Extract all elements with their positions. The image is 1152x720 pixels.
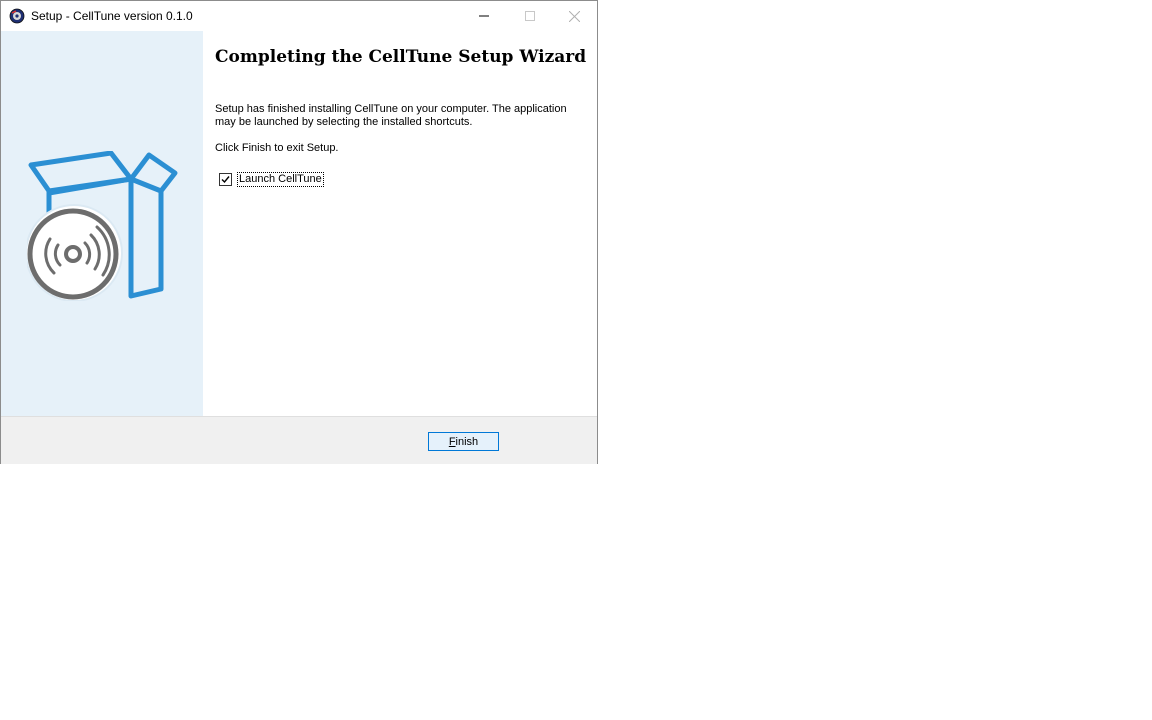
close-icon [568, 10, 580, 22]
software-box-disc-icon [27, 151, 178, 301]
wizard-sidebar [1, 31, 203, 416]
setup-window: Setup - CellTune version 0.1.0 Completin… [0, 0, 598, 464]
close-button[interactable] [551, 1, 597, 31]
wizard-footer: Finish [1, 416, 597, 464]
exit-instruction: Click Finish to exit Setup. [215, 142, 339, 154]
launch-checkbox-row[interactable]: Launch CellTune [219, 172, 324, 187]
minimize-button[interactable] [461, 1, 507, 31]
setup-app-icon [9, 8, 25, 24]
launch-checkbox-label[interactable]: Launch CellTune [237, 172, 324, 187]
checkmark-icon [221, 176, 230, 184]
finish-button[interactable]: Finish [428, 432, 499, 451]
finish-label-rest: inish [455, 435, 479, 448]
launch-checkbox[interactable] [219, 173, 232, 186]
finish-mnemonic: F [448, 435, 456, 448]
window-title: Setup - CellTune version 0.1.0 [31, 9, 193, 23]
maximize-icon [525, 11, 535, 21]
page-title: Completing the CellTune Setup Wizard [215, 47, 587, 67]
minimize-icon [479, 15, 489, 17]
finish-message: Setup has finished installing CellTune o… [215, 103, 567, 128]
maximize-button[interactable] [507, 1, 553, 31]
title-bar[interactable]: Setup - CellTune version 0.1.0 [1, 1, 597, 31]
wizard-content: Completing the CellTune Setup Wizard Set… [203, 31, 597, 416]
